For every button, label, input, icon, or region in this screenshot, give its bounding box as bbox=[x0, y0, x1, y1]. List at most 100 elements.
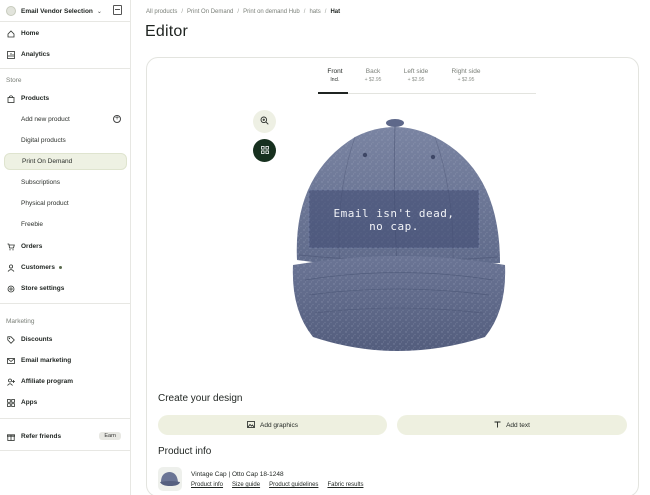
sidebar-item-apps[interactable]: Apps bbox=[4, 394, 127, 411]
tab-active-indicator bbox=[318, 92, 348, 94]
sidebar-item-physical-product[interactable]: Physical product bbox=[4, 195, 127, 212]
tab-label: Left side bbox=[403, 68, 429, 75]
sidebar: Email Vendor Selection ⌄ Home Analytics … bbox=[0, 0, 131, 495]
product-info-link[interactable]: Product info bbox=[191, 482, 223, 488]
sidebar-item-print-on-demand[interactable]: Print On Demand bbox=[4, 153, 127, 170]
zoom-in-icon bbox=[260, 116, 269, 127]
image-icon bbox=[247, 420, 255, 430]
tab-back[interactable]: Back + $2.95 bbox=[355, 68, 391, 83]
breadcrumb-separator: / bbox=[324, 9, 327, 15]
cap-image bbox=[292, 119, 506, 351]
sidebar-item-label: Add new product bbox=[21, 116, 70, 123]
view-tabs: Front Incl. Back + $2.95 Left side + $2.… bbox=[317, 68, 493, 83]
sidebar-item-label: Subscriptions bbox=[21, 179, 61, 186]
sidebar-item-home[interactable]: Home bbox=[4, 25, 127, 42]
sidebar-item-label: Freebie bbox=[21, 221, 44, 228]
sidebar-item-label: Email marketing bbox=[21, 357, 72, 364]
breadcrumb-hub[interactable]: Print on demand Hub bbox=[243, 9, 300, 15]
product-thumbnail bbox=[158, 467, 182, 491]
product-links: Product info Size guide Product guidelin… bbox=[191, 482, 363, 488]
tab-front[interactable]: Front Incl. bbox=[317, 68, 353, 83]
product-canvas[interactable]: Email isn't dead, no cap. bbox=[285, 115, 510, 365]
tab-label: Back bbox=[365, 68, 381, 75]
home-icon bbox=[7, 29, 15, 38]
tab-right-side[interactable]: Right side + $2.95 bbox=[441, 68, 491, 83]
user-icon bbox=[7, 263, 15, 272]
add-text-label: Add text bbox=[506, 421, 530, 429]
sidebar-item-affiliate-program[interactable]: Affiliate program bbox=[4, 373, 127, 390]
zoom-button[interactable] bbox=[253, 110, 276, 133]
breadcrumb: All products / Print On Demand / Print o… bbox=[146, 9, 340, 15]
tab-label: Front bbox=[327, 68, 343, 75]
plus-circle-icon[interactable]: + bbox=[113, 115, 121, 123]
design-text-line2: no cap. bbox=[369, 220, 419, 233]
chevron-down-icon: ⌄ bbox=[96, 8, 102, 15]
store-logo bbox=[6, 6, 16, 16]
sidebar-item-digital-products[interactable]: Digital products bbox=[4, 132, 127, 149]
breadcrumb-separator: / bbox=[181, 9, 184, 15]
sidebar-item-refer-friends[interactable]: Refer friends Earn bbox=[4, 428, 127, 445]
product-info-title: Product info bbox=[158, 446, 212, 457]
earn-badge: Earn bbox=[99, 432, 121, 440]
breadcrumb-print-on-demand[interactable]: Print On Demand bbox=[187, 9, 233, 15]
design-text[interactable]: Email isn't dead, no cap. bbox=[309, 207, 479, 233]
size-guide-link[interactable]: Size guide bbox=[232, 482, 260, 488]
sidebar-item-products[interactable]: Products bbox=[4, 90, 127, 107]
sidebar-item-label: Refer friends bbox=[21, 433, 62, 440]
breadcrumb-separator: / bbox=[237, 9, 240, 15]
gift-icon bbox=[7, 433, 15, 441]
sidebar-item-store-settings[interactable]: Store settings bbox=[4, 280, 127, 297]
sidebar-item-discounts[interactable]: Discounts bbox=[4, 331, 127, 348]
apps-grid-icon bbox=[7, 398, 15, 407]
divider bbox=[0, 21, 131, 22]
tab-divider bbox=[318, 93, 536, 94]
breadcrumb-separator: / bbox=[303, 9, 306, 15]
breadcrumb-current: Hat bbox=[330, 9, 341, 15]
product-guidelines-link[interactable]: Product guidelines bbox=[269, 482, 318, 488]
tab-label: Right side bbox=[451, 68, 481, 75]
add-graphics-button[interactable]: Add graphics bbox=[158, 415, 387, 435]
text-icon bbox=[494, 421, 501, 430]
sidebar-item-label: Apps bbox=[21, 399, 38, 406]
sidebar-item-orders[interactable]: Orders bbox=[4, 238, 127, 255]
tab-price: + $2.95 bbox=[407, 77, 425, 83]
storefront-icon[interactable] bbox=[113, 5, 122, 15]
gear-icon bbox=[7, 285, 15, 293]
bag-icon bbox=[7, 94, 15, 103]
cart-icon bbox=[7, 243, 15, 251]
tab-price: + $2.95 bbox=[364, 77, 382, 83]
sidebar-item-email-marketing[interactable]: Email marketing bbox=[4, 352, 127, 369]
sidebar-item-add-new-product[interactable]: Add new product + bbox=[4, 111, 127, 128]
sidebar-item-label: Discounts bbox=[21, 336, 53, 343]
grid-toggle-button[interactable] bbox=[253, 139, 276, 162]
tag-icon bbox=[7, 335, 15, 344]
sidebar-item-label: Store settings bbox=[21, 285, 65, 292]
breadcrumb-hats[interactable]: hats bbox=[309, 9, 320, 15]
analytics-icon bbox=[7, 50, 15, 59]
sidebar-item-customers[interactable]: Customers bbox=[4, 259, 127, 276]
tab-price: Incl. bbox=[330, 77, 340, 83]
breadcrumb-all-products[interactable]: All products bbox=[146, 9, 177, 15]
page-title: Editor bbox=[145, 23, 188, 40]
sidebar-item-label: Home bbox=[21, 30, 40, 37]
user-plus-icon bbox=[7, 378, 15, 386]
sidebar-item-label: Analytics bbox=[21, 51, 50, 58]
notification-dot bbox=[58, 266, 62, 269]
sidebar-item-label: Orders bbox=[21, 243, 43, 250]
sidebar-item-subscriptions[interactable]: Subscriptions bbox=[4, 174, 127, 191]
divider bbox=[0, 450, 131, 451]
fabric-results-link[interactable]: Fabric results bbox=[327, 482, 363, 488]
grid-icon bbox=[260, 145, 269, 156]
sidebar-item-label: Affiliate program bbox=[21, 378, 74, 385]
sidebar-item-freebie[interactable]: Freebie bbox=[4, 216, 127, 233]
store-section-label: Store bbox=[6, 77, 22, 84]
divider bbox=[0, 68, 131, 69]
store-selector[interactable]: Email Vendor Selection ⌄ bbox=[6, 4, 126, 18]
add-text-button[interactable]: Add text bbox=[397, 415, 627, 435]
tab-left-side[interactable]: Left side + $2.95 bbox=[393, 68, 439, 83]
sidebar-item-analytics[interactable]: Analytics bbox=[4, 46, 127, 63]
divider bbox=[0, 303, 131, 304]
create-design-title: Create your design bbox=[158, 393, 243, 404]
sidebar-item-label: Customers bbox=[21, 264, 55, 271]
marketing-section-label: Marketing bbox=[6, 318, 35, 325]
